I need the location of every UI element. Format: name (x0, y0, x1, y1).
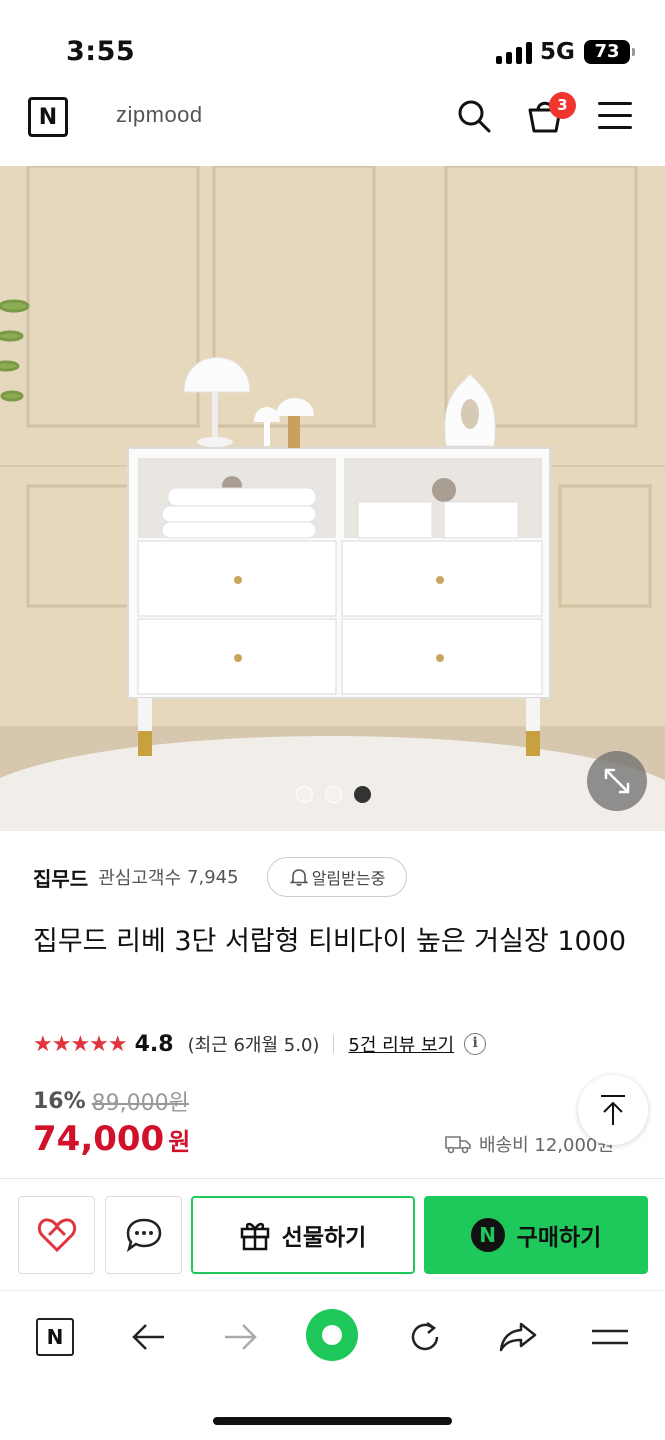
gift-button[interactable]: 선물하기 (191, 1196, 415, 1274)
share-icon[interactable] (494, 1313, 542, 1361)
scroll-top-button[interactable] (578, 1075, 648, 1145)
refresh-icon[interactable] (401, 1313, 449, 1361)
info-icon[interactable]: i (464, 1033, 487, 1055)
menu-icon[interactable] (586, 1313, 634, 1361)
gift-icon (240, 1222, 269, 1251)
sale-price-row: 74,000 원 (33, 1119, 190, 1159)
store-name[interactable]: 집무드 (33, 863, 88, 892)
gallery-dot-active[interactable] (354, 786, 371, 803)
heart-icon (37, 1218, 76, 1253)
battery-icon: 73 (584, 40, 635, 64)
brand-logo[interactable]: zipmood (116, 102, 203, 128)
bell-icon (289, 869, 309, 886)
naver-pay-icon: N (470, 1218, 505, 1252)
sale-price: 74,000 (33, 1119, 165, 1159)
store-info: 집무드 관심고객수 7,945 (33, 858, 239, 896)
review-link[interactable]: 5건 리뷰 보기 (348, 1031, 454, 1057)
chat-button[interactable] (105, 1196, 182, 1274)
expand-icon (604, 768, 630, 794)
followers-label: 관심고객수 (98, 868, 182, 889)
purchase-bar: 선물하기 N 구매하기 (0, 1178, 665, 1290)
original-price: 89,000원 (91, 1091, 189, 1116)
buy-button[interactable]: N 구매하기 (424, 1196, 648, 1274)
arrow-up-icon (601, 1095, 625, 1125)
price-unit: 원 (168, 1128, 191, 1156)
recent-rating: (최근 6개월 5.0) (187, 1035, 320, 1056)
discount-row: 16% 89,000원 (33, 1085, 189, 1117)
gallery-dot[interactable] (325, 786, 342, 803)
divider (333, 1035, 335, 1053)
wishlist-button[interactable] (18, 1196, 95, 1274)
gift-label: 선물하기 (281, 1225, 367, 1251)
gallery-dot[interactable] (296, 786, 313, 803)
rating-value: 4.8 (134, 1031, 174, 1057)
naver-home-icon[interactable]: N (31, 1313, 79, 1361)
notify-button[interactable]: 알림받는중 (267, 857, 407, 897)
rating-row: ★★★★★ 4.8 (최근 6개월 5.0) 5건 리뷰 보기 i (33, 1027, 487, 1061)
chat-icon (126, 1218, 161, 1253)
star-rating-icon: ★★★★★ (33, 1031, 128, 1057)
truck-icon (445, 1136, 471, 1154)
app-header: N zipmood 3 (0, 90, 665, 166)
status-bar: 3:55 5G 73 (0, 0, 665, 90)
product-title: 집무드 리베 3단 서랍형 티비다이 높은 거실장 1000 (33, 926, 627, 957)
status-time: 3:55 (66, 36, 136, 67)
product-photo (0, 166, 665, 831)
product-image[interactable] (0, 166, 665, 831)
home-indicator (213, 1417, 452, 1425)
forward-arrow-icon[interactable] (217, 1313, 265, 1361)
naver-n-icon[interactable]: N (28, 97, 68, 137)
buy-label: 구매하기 (516, 1225, 602, 1251)
notify-label: 알림받는중 (311, 869, 386, 888)
cart-count-badge: 3 (549, 92, 576, 119)
network-type: 5G (540, 39, 575, 65)
expand-image-button[interactable] (587, 751, 647, 811)
menu-icon[interactable] (598, 102, 632, 130)
discount-rate: 16% (33, 1088, 86, 1114)
signal-icon (496, 42, 532, 64)
gallery-indicator (296, 786, 371, 803)
back-arrow-icon[interactable] (124, 1313, 172, 1361)
product-page: 3:55 5G 73 N zipmood 3 집무드 관심고객수 7,945 알… (0, 0, 665, 1440)
followers-count: 7,945 (187, 866, 239, 888)
green-dot-icon[interactable] (302, 1305, 362, 1365)
search-icon[interactable] (456, 98, 492, 134)
